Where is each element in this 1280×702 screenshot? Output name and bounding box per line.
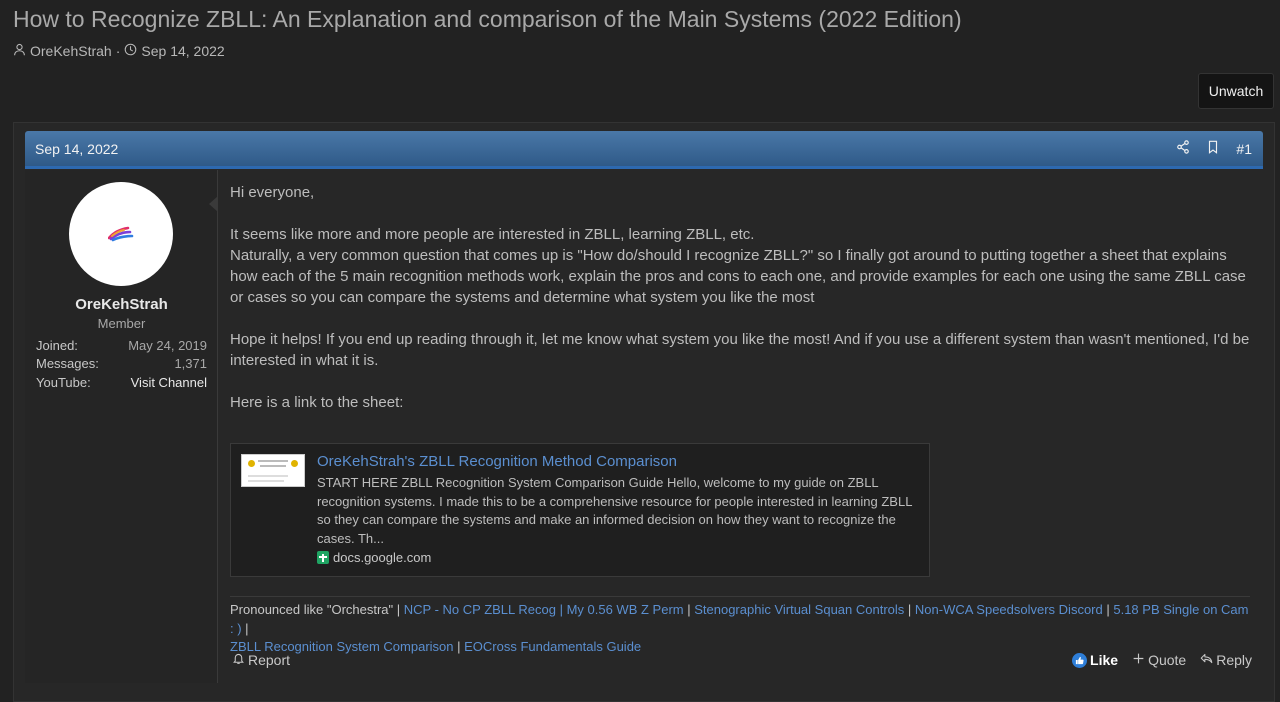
link-preview-description: START HERE ZBLL Recognition System Compa…	[317, 475, 912, 546]
post-paragraph: Hope it helps! If you end up reading thr…	[230, 331, 1250, 369]
signature-link[interactable]: EOCross Fundamentals Guide	[464, 639, 641, 654]
report-label: Report	[248, 652, 291, 668]
signature-separator: |	[904, 602, 915, 617]
stat-label: Messages:	[36, 356, 99, 372]
thread-title: How to Recognize ZBLL: An Explanation an…	[13, 6, 962, 32]
report-button[interactable]: Report	[232, 652, 290, 668]
signature-link[interactable]: NCP - No CP ZBLL Recog | My 0.56 WB Z Pe…	[404, 602, 684, 617]
stat-value: May 24, 2019	[128, 337, 207, 353]
user-name-link[interactable]: OreKehStrah	[25, 296, 218, 313]
link-preview-thumbnail	[241, 454, 305, 487]
like-label: Like	[1090, 652, 1119, 668]
link-preview-card[interactable]: OreKehStrah's ZBLL Recognition Method Co…	[230, 443, 930, 577]
post-paragraph: Hi everyone,	[230, 184, 315, 201]
quote-label: Quote	[1148, 652, 1187, 668]
post-body: Hi everyone, It seems like more and more…	[230, 182, 1250, 434]
post-line: It seems like more and more people are i…	[230, 226, 755, 243]
signature: Pronounced like "Orchestra" | NCP - No C…	[230, 601, 1250, 657]
signature-link[interactable]: Non-WCA Speedsolvers Discord	[915, 602, 1103, 617]
quote-button[interactable]: Quote	[1132, 652, 1186, 668]
report-icon	[232, 652, 245, 668]
share-icon[interactable]	[1176, 140, 1190, 157]
user-sidebar: OreKehStrah Member Joined: May 24, 2019 …	[25, 170, 218, 683]
post-date-link[interactable]: Sep 14, 2022	[35, 141, 118, 157]
thread-date-link[interactable]: Sep 14, 2022	[141, 43, 224, 59]
signature-separator: |	[683, 602, 695, 617]
reply-button[interactable]: Reply	[1200, 652, 1252, 668]
post-number-link[interactable]: #1	[1236, 141, 1252, 157]
user-stats: Joined: May 24, 2019 Messages: 1,371 You…	[36, 336, 207, 392]
signature-separator: |	[241, 620, 249, 636]
stat-messages: Messages: 1,371	[36, 355, 207, 374]
post-paragraph: It seems like more and more people are i…	[230, 224, 1250, 308]
stat-youtube: YouTube: Visit Channel	[36, 373, 207, 392]
clock-icon	[124, 43, 141, 59]
link-preview-domain: docs.google.com	[317, 550, 431, 565]
reply-label: Reply	[1216, 652, 1252, 668]
post-line: Naturally, a very common question that c…	[230, 247, 1246, 306]
message-arrow	[209, 196, 218, 212]
post-header: Sep 14, 2022 #1	[25, 131, 1263, 169]
like-button[interactable]: Like	[1072, 652, 1118, 668]
signature-separator: |	[393, 602, 404, 617]
stat-joined: Joined: May 24, 2019	[36, 336, 207, 355]
link-preview-title[interactable]: OreKehStrah's ZBLL Recognition Method Co…	[317, 453, 677, 470]
meta-separator: ·	[115, 43, 121, 59]
user-title: Member	[97, 316, 146, 331]
signature-separator: |	[453, 639, 465, 654]
avatar-logo-icon	[108, 226, 134, 242]
stat-value[interactable]: 1,371	[174, 356, 207, 371]
reply-icon	[1200, 652, 1213, 668]
youtube-channel-link[interactable]: Visit Channel	[131, 375, 207, 390]
plus-icon	[1132, 652, 1145, 668]
signature-separator: |	[1102, 602, 1114, 617]
signature-divider	[230, 596, 1250, 597]
user-icon	[13, 43, 30, 59]
stat-label: Joined:	[36, 337, 78, 353]
signature-text: Pronounced like "Orchestra"	[230, 602, 394, 617]
thread-author-link[interactable]: OreKehStrah	[30, 43, 112, 59]
like-icon	[1072, 652, 1088, 668]
stat-label: YouTube:	[36, 374, 91, 390]
unwatch-button[interactable]: Unwatch	[1198, 73, 1274, 109]
google-sheets-icon	[317, 551, 329, 564]
thread-meta: OreKehStrah · Sep 14, 2022	[13, 43, 225, 59]
post-paragraph: Here is a link to the sheet:	[230, 394, 404, 411]
post-actions: Like Quote Reply	[1072, 652, 1252, 668]
link-preview-domain-text: docs.google.com	[333, 550, 432, 565]
bookmark-icon[interactable]	[1206, 140, 1220, 157]
avatar[interactable]	[69, 182, 173, 286]
signature-link[interactable]: Stenographic Virtual Squan Controls	[694, 602, 904, 617]
